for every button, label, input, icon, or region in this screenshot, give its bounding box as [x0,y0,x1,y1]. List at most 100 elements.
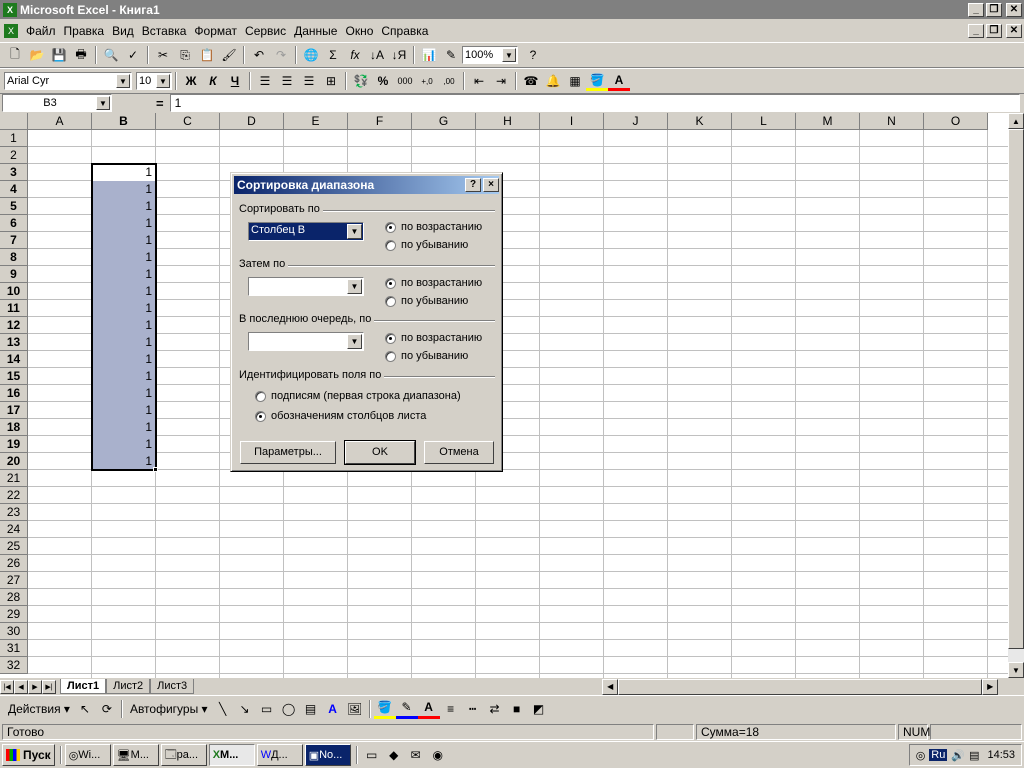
task-button-1[interactable]: ◎ Wi... [64,744,111,766]
row-header-3[interactable]: 3 [0,164,28,181]
sort-by-combo[interactable]: Столбец B ▼ [248,222,364,241]
autoshapes-menu-button[interactable]: Автофигуры ▾ [126,702,212,716]
function-icon[interactable]: fx [344,45,366,65]
scroll-down-arrow-icon[interactable]: ▼ [1008,662,1024,678]
row-header-20[interactable]: 20 [0,453,28,470]
spreadsheet-grid[interactable]: ABCDEFGHIJKLMNO 1 2 3 4 5 6 7 8 9 10 11 12 13 14 15 16 1… [0,113,1008,678]
vertical-scroll-thumb[interactable] [1008,129,1024,649]
align-right-icon[interactable]: ☰ [298,71,320,91]
prev-sheet-arrow-icon[interactable]: ◀ [14,679,28,694]
tray-app-icon[interactable]: ▤ [969,749,979,762]
language-indicator[interactable]: Ru [929,749,948,761]
next-sheet-arrow-icon[interactable]: ▶ [28,679,42,694]
ok-button[interactable]: OK [344,440,416,465]
cut-icon[interactable]: ✂ [152,45,174,65]
identify-headers-radio[interactable]: подписям (первая строка диапазона) [255,390,461,402]
chevron-down-icon[interactable]: ▼ [502,48,516,62]
font-name-combo[interactable]: Arial Cyr ▼ [4,72,132,90]
cell-b8[interactable]: 1 [92,249,155,266]
then-by-descending-radio[interactable]: по убыванию [385,295,468,307]
sheet-tab-1[interactable]: Лист1 [60,679,107,694]
scroll-right-arrow-icon[interactable]: ▶ [982,678,999,695]
row-header-27[interactable]: 27 [0,572,28,589]
task-button-3[interactable]: 🗔 ра... [160,744,207,766]
row-header-19[interactable]: 19 [0,436,28,453]
column-header-b[interactable]: B [92,113,156,130]
row-header-22[interactable]: 22 [0,487,28,504]
chevron-down-icon[interactable]: ▼ [96,96,110,110]
arrow-style-icon[interactable]: ⇄ [484,699,506,719]
row-header-28[interactable]: 28 [0,589,28,606]
cell-b19[interactable]: 1 [92,436,155,453]
close-button[interactable]: ✕ [1006,2,1022,17]
chevron-down-icon[interactable]: ▼ [347,224,362,239]
doc-close-button[interactable]: ✕ [1006,24,1022,38]
tray-network-icon[interactable]: ◎ [916,749,926,762]
decrease-indent-icon[interactable]: ⇤ [468,71,490,91]
3d-icon[interactable]: ◩ [528,699,550,719]
textbox-icon[interactable]: ▤ [300,699,322,719]
clipart-icon[interactable]: 🖼 [344,699,366,719]
align-center-icon[interactable]: ☰ [276,71,298,91]
italic-button[interactable]: К [202,71,224,91]
chevron-down-icon[interactable]: ▼ [116,74,130,88]
dialog-close-button[interactable]: × [483,178,499,192]
chevron-down-icon[interactable]: ▼ [347,334,362,349]
bell-icon[interactable]: 🔔 [542,71,564,91]
row-header-6[interactable]: 6 [0,215,28,232]
increase-decimal-icon[interactable]: +,0 [416,71,438,91]
chevron-down-icon[interactable]: ▼ [156,74,170,88]
row-header-12[interactable]: 12 [0,317,28,334]
cell-b7[interactable]: 1 [92,232,155,249]
task-button-2[interactable]: 🖥 M... [112,744,159,766]
scroll-up-arrow-icon[interactable]: ▲ [1008,113,1024,129]
format-painter-icon[interactable]: 🖌 [218,45,240,65]
sort-descending-icon[interactable]: ↓Я [388,45,410,65]
column-header-h[interactable]: H [476,113,540,130]
font-size-combo[interactable]: 10 ▼ [136,72,172,90]
decrease-decimal-icon[interactable]: ,00 [438,71,460,91]
cell-b5[interactable]: 1 [92,198,155,215]
cell-b14[interactable]: 1 [92,351,155,368]
free-rotate-icon[interactable]: ⟳ [96,699,118,719]
column-header-f[interactable]: F [348,113,412,130]
last-by-combo[interactable]: ▼ [248,332,364,351]
dash-style-icon[interactable]: ┅ [462,699,484,719]
row-header-32[interactable]: 32 [0,657,28,674]
spellcheck-icon[interactable]: ✓ [122,45,144,65]
column-header-c[interactable]: C [156,113,220,130]
column-header-i[interactable]: I [540,113,604,130]
cell-b3[interactable]: 1 [92,164,155,181]
menu-edit[interactable]: Правка [60,24,109,38]
row-header-8[interactable]: 8 [0,249,28,266]
cell-b16[interactable]: 1 [92,385,155,402]
menu-data[interactable]: Данные [290,24,341,38]
print-preview-icon[interactable]: 🔍 [100,45,122,65]
percent-button[interactable]: % [372,71,394,91]
select-all-corner[interactable] [0,113,28,130]
row-header-13[interactable]: 13 [0,334,28,351]
line-style-icon[interactable]: ≡ [440,699,462,719]
cell-b4[interactable]: 1 [92,181,155,198]
help-icon[interactable]: ? [522,45,544,65]
task-button-6[interactable]: ▣ No... [304,744,351,766]
cell-b11[interactable]: 1 [92,300,155,317]
line-color-icon[interactable]: ✎ [395,699,418,719]
vertical-scrollbar[interactable]: ▲ ▼ [1008,113,1024,678]
menu-view[interactable]: Вид [108,24,138,38]
identify-columns-radio[interactable]: обозначениям столбцов листа [255,410,426,422]
row-header-30[interactable]: 30 [0,623,28,640]
cell-b13[interactable]: 1 [92,334,155,351]
open-folder-icon[interactable]: 📂 [26,45,48,65]
thousands-button[interactable]: 000 [394,71,416,91]
wordart-icon[interactable]: A [322,699,344,719]
print-icon[interactable]: 🖶 [70,45,92,65]
column-header-e[interactable]: E [284,113,348,130]
formula-equals-button[interactable]: = [156,96,164,111]
phone-icon[interactable]: ☎ [520,71,542,91]
cell-b10[interactable]: 1 [92,283,155,300]
autosum-icon[interactable]: Σ [322,45,344,65]
cancel-button[interactable]: Отмена [424,441,494,464]
sort-by-ascending-radio[interactable]: по возрастанию [385,221,482,233]
hyperlink-icon[interactable]: 🌐 [300,45,322,65]
